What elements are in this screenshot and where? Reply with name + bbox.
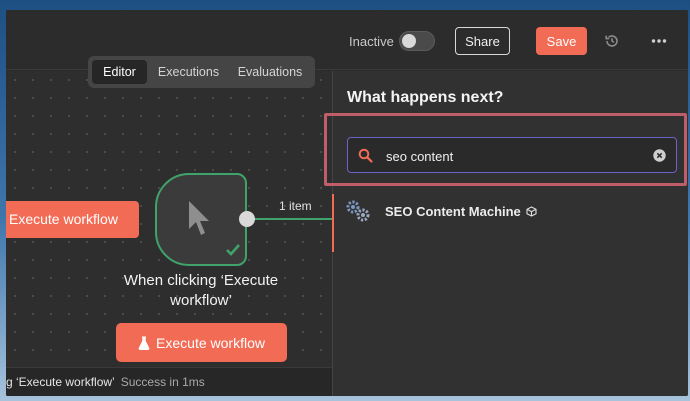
execution-status-bar: g ‘Execute workflow’ Success in 1ms — [6, 367, 332, 396]
status-trigger-name: g ‘Execute workflow’ — [6, 375, 115, 389]
panel-active-indicator — [332, 194, 334, 252]
node-creator-panel: What happens next? SEO Content Machine — [324, 71, 688, 396]
node-title: When clicking ‘Execute workflow’ — [123, 272, 279, 309]
execute-workflow-label: Execute workflow — [156, 334, 265, 351]
output-handle[interactable] — [239, 211, 255, 227]
toggle-knob — [402, 34, 416, 48]
search-input[interactable] — [386, 146, 646, 166]
save-button[interactable]: Save — [536, 27, 587, 55]
success-check-icon — [226, 244, 240, 256]
clear-search-icon[interactable] — [653, 149, 666, 162]
app-window: Inactive Share Save Execute workflow 1 i… — [6, 10, 688, 396]
flask-icon — [138, 336, 150, 350]
share-button[interactable]: Share — [455, 27, 510, 55]
execute-workflow-button[interactable]: Execute workflow — [116, 323, 287, 362]
search-field[interactable] — [347, 137, 677, 173]
status-result: Success in 1ms — [120, 375, 205, 389]
view-tabs: Editor Executions Evaluations — [88, 56, 315, 88]
cursor-icon — [189, 201, 209, 235]
workflow-canvas[interactable]: Execute workflow 1 item When clicking ‘E… — [6, 71, 332, 396]
tab-evaluations[interactable]: Evaluations — [230, 60, 310, 84]
cube-icon — [526, 206, 537, 217]
result-label-wrap: SEO Content Machine — [385, 204, 537, 219]
more-options-icon[interactable] — [651, 38, 667, 44]
tab-executions[interactable]: Executions — [151, 60, 226, 84]
trigger-node[interactable] — [155, 173, 247, 266]
history-icon[interactable] — [603, 32, 621, 50]
execute-workflow-button-left[interactable]: Execute workflow — [6, 201, 139, 238]
connection-item-count: 1 item — [279, 199, 312, 213]
panel-title: What happens next? — [347, 89, 504, 106]
status-label: Inactive — [349, 34, 394, 49]
tab-editor[interactable]: Editor — [92, 60, 147, 84]
connection-line — [253, 218, 332, 220]
search-icon — [358, 148, 373, 163]
result-label: SEO Content Machine — [385, 204, 521, 219]
gears-icon — [346, 200, 370, 222]
search-result-item[interactable]: SEO Content Machine — [345, 199, 675, 227]
active-toggle[interactable] — [399, 31, 435, 51]
